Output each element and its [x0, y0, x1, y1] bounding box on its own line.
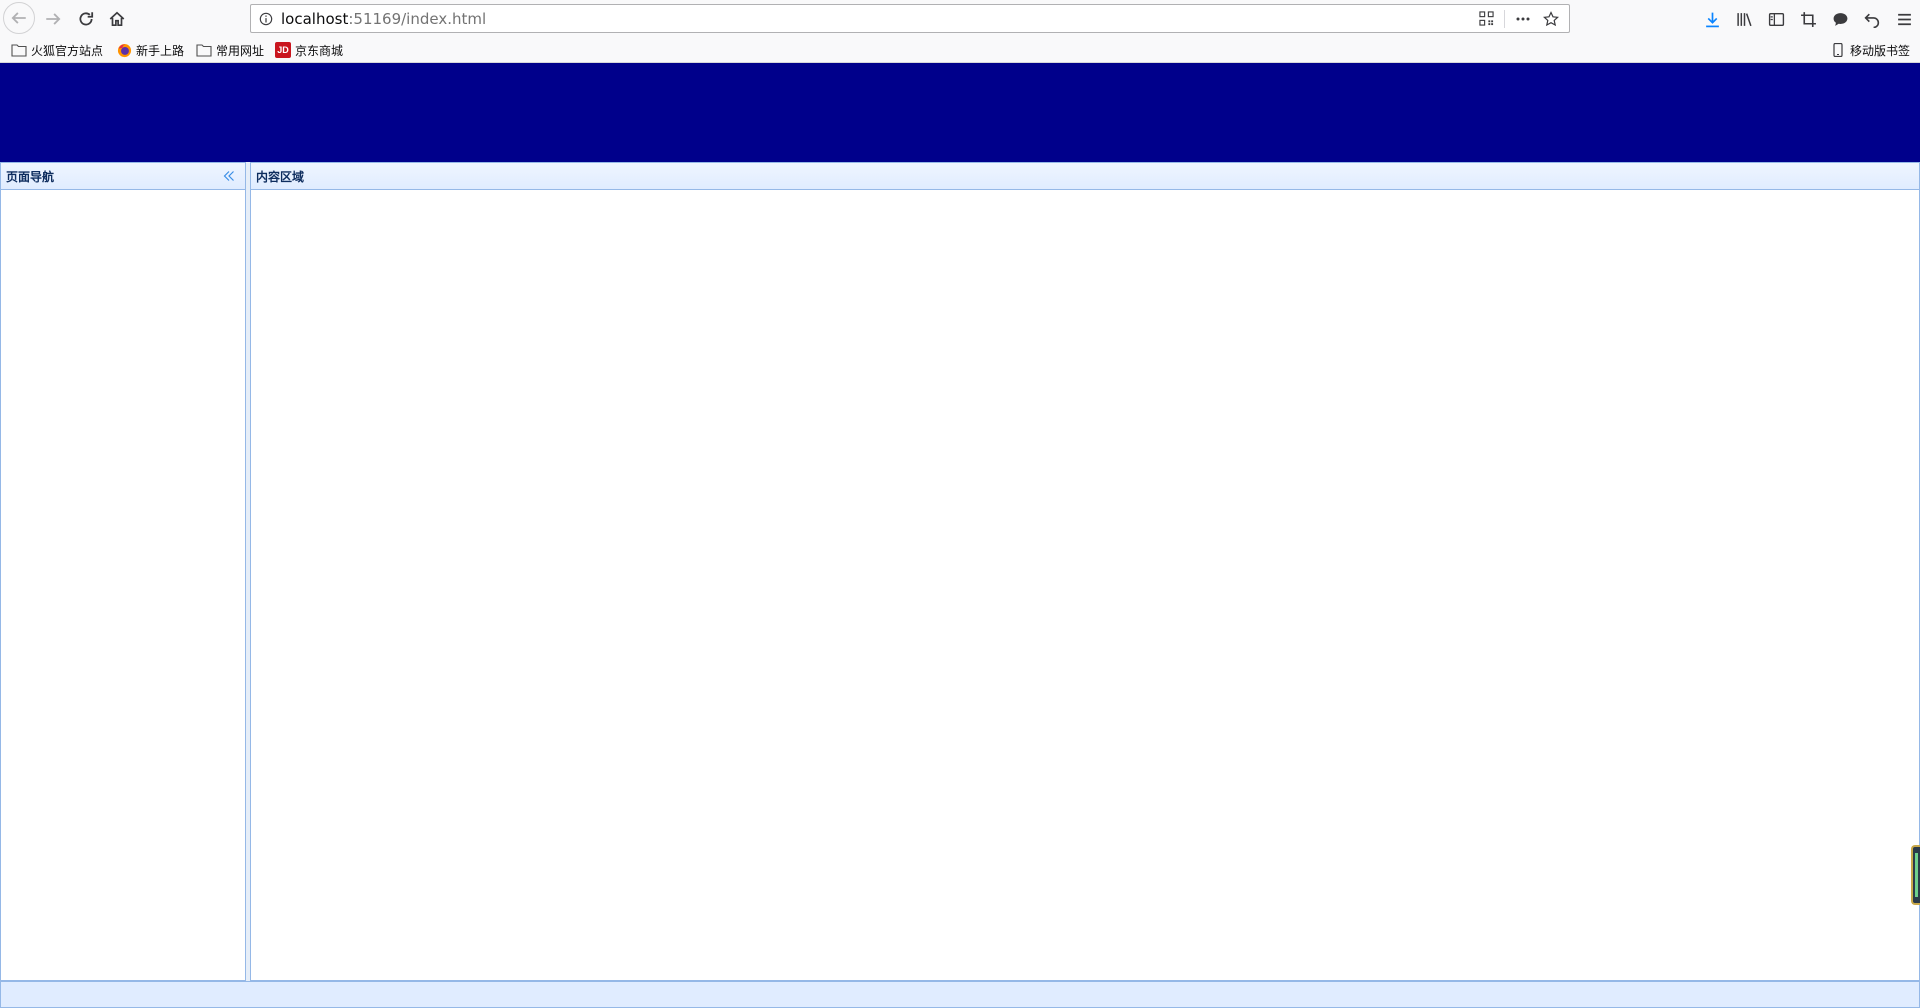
url-separator: [1504, 9, 1505, 28]
collapse-left-icon[interactable]: [221, 168, 237, 184]
jd-icon: JD: [275, 42, 291, 58]
bookmark-label: 京东商城: [295, 43, 344, 58]
screenshot-icon[interactable]: [1792, 4, 1824, 34]
content-panel-header: 内容区域: [251, 163, 1919, 190]
page-actions-icon[interactable]: [1509, 5, 1537, 32]
mobile-bookmarks-label: 移动版书签: [1849, 43, 1910, 58]
phone-icon: [1830, 42, 1846, 58]
arrow-left-icon: [11, 12, 26, 24]
toolbar-right: [1696, 4, 1920, 34]
navigation-panel-title: 页面导航: [6, 169, 55, 184]
undo-icon[interactable]: [1856, 4, 1888, 34]
sidebar-icon[interactable]: [1760, 4, 1792, 34]
mobile-bookmarks[interactable]: 移动版书签: [1830, 40, 1910, 60]
url-text[interactable]: localhost:51169/index.html: [281, 10, 486, 28]
reload-icon: [79, 12, 94, 26]
content-panel: 内容区域: [250, 162, 1920, 981]
bookmark-label: 新手上路: [136, 43, 185, 58]
bookmark-item[interactable]: 常用网址: [196, 40, 264, 60]
site-info-icon[interactable]: [251, 5, 281, 32]
menu-icon[interactable]: [1888, 4, 1920, 34]
back-button[interactable]: [3, 2, 35, 34]
qr-code-icon[interactable]: [1472, 5, 1500, 32]
bookmark-item[interactable]: JD 京东商城: [275, 40, 343, 60]
side-widget-indicator: [1915, 853, 1918, 897]
south-panel: [0, 981, 1920, 1008]
arrow-right-icon: [46, 13, 61, 25]
jd-icon-text: JD: [277, 45, 289, 55]
forward-button[interactable]: [37, 4, 69, 34]
chat-bubble-icon[interactable]: [1824, 4, 1856, 34]
page-layout: 页面导航 内容区域: [0, 162, 1920, 1008]
browser-toolbar: localhost:51169/index.html: [0, 0, 1920, 37]
navigation-panel: 页面导航: [0, 162, 246, 981]
content-panel-title: 内容区域: [256, 169, 305, 184]
folder-icon: [196, 42, 212, 58]
home-icon: [109, 11, 125, 27]
url-bar[interactable]: localhost:51169/index.html: [250, 4, 1570, 33]
floating-side-widget[interactable]: [1911, 845, 1920, 905]
bookmark-item[interactable]: 火狐官方站点: [11, 40, 103, 60]
bookmark-item[interactable]: 新手上路: [116, 40, 184, 60]
bookmark-star-icon[interactable]: [1537, 5, 1565, 32]
navigation-panel-header: 页面导航: [1, 163, 245, 190]
library-icon[interactable]: [1728, 4, 1760, 34]
page-header-banner: [0, 63, 1920, 162]
download-icon[interactable]: [1696, 4, 1728, 34]
home-button[interactable]: [101, 4, 133, 34]
reload-button[interactable]: [70, 4, 102, 34]
url-host: localhost: [281, 9, 349, 28]
folder-icon: [11, 42, 27, 58]
bookmark-label: 火狐官方站点: [31, 43, 104, 58]
firefox-icon: [116, 42, 132, 58]
bookmarks-bar: 火狐官方站点 新手上路 常用网址 JD 京东商城 移动版书签: [0, 37, 1920, 63]
url-path: :51169/index.html: [348, 9, 487, 28]
bookmark-label: 常用网址: [216, 43, 265, 58]
